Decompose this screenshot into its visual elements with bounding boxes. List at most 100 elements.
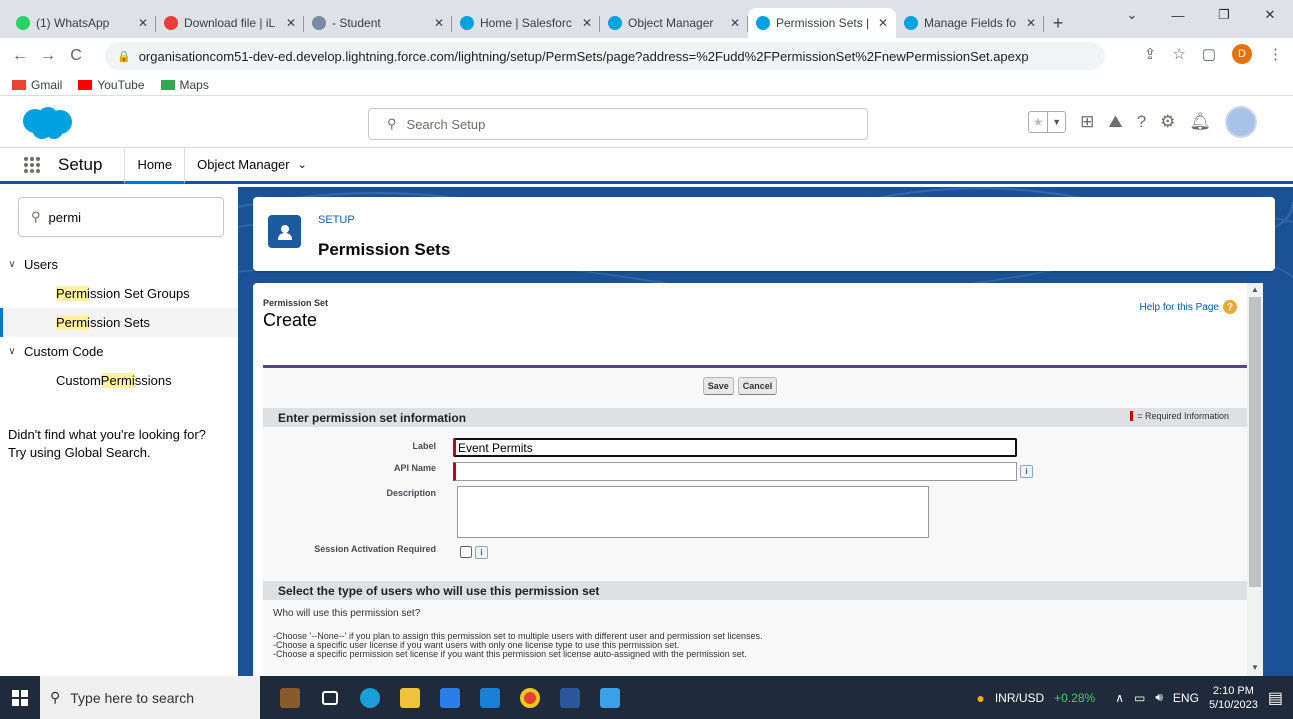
tree-item-permission-set-groups[interactable]: Permi ssion Set Groups	[0, 279, 238, 308]
scroll-thumb[interactable]	[1249, 297, 1261, 587]
profile-avatar[interactable]: D	[1232, 44, 1252, 64]
help-link-label: Help for this Page	[1139, 301, 1220, 313]
address-bar: ← → C 🔒 organisationcom51-dev-ed.develop…	[0, 38, 1293, 74]
quick-find-input[interactable]: ⚲ permi	[18, 197, 224, 237]
favorites-star-icon[interactable]: ★	[1029, 112, 1047, 132]
app-launcher-icon[interactable]	[24, 156, 42, 173]
bookmark-maps[interactable]: Maps	[160, 78, 209, 92]
tab-favicon-icon	[904, 16, 918, 30]
tab-close-icon[interactable]: ✕	[730, 16, 740, 30]
api-name-input[interactable]	[453, 462, 1017, 481]
restore-button[interactable]: ❐	[1201, 0, 1247, 30]
setup-sidebar: ⚲ permi ∨ Users Permi ssion Set Groups Pe…	[0, 184, 238, 676]
chevron-down-icon[interactable]: ∨	[4, 259, 20, 270]
tab-object-manager[interactable]: Object Manager ⌄	[185, 147, 319, 183]
url-field[interactable]: 🔒 organisationcom51-dev-ed.develop.light…	[105, 42, 1105, 70]
tab-search-icon[interactable]: ⌄	[1109, 0, 1155, 30]
browser-tab[interactable]: Manage Fields fo ✕	[896, 8, 1044, 38]
browser-tab[interactable]: Object Manager ✕	[600, 8, 748, 38]
reload-icon[interactable]: C	[62, 47, 90, 65]
mail-icon[interactable]	[474, 682, 506, 714]
tab-home[interactable]: Home	[124, 148, 186, 184]
stock-widget-icon[interactable]: ●	[976, 690, 984, 706]
tab-close-icon[interactable]: ✕	[286, 16, 296, 30]
tree-group-custom-code[interactable]: ∨ Custom Code	[0, 337, 238, 366]
task-view-icon[interactable]	[314, 682, 346, 714]
side-panel-icon[interactable]: ▢	[1202, 45, 1216, 63]
back-icon[interactable]: ←	[6, 47, 34, 65]
search-icon: ⚲	[387, 116, 397, 131]
tray-chevron-up-icon[interactable]: ∧	[1115, 691, 1124, 705]
tree-group-users[interactable]: ∨ Users	[0, 250, 238, 279]
notifications-bell-icon[interactable]: 🔔︎	[1189, 112, 1211, 132]
tree-item-permission-sets[interactable]: Permi ssion Sets	[0, 308, 238, 337]
scroll-up-icon[interactable]: ▲	[1247, 285, 1263, 294]
share-icon[interactable]: ⇪	[1144, 45, 1157, 63]
word-icon[interactable]	[554, 682, 586, 714]
close-window-button[interactable]: ✕	[1247, 0, 1293, 30]
menu-kebab-icon[interactable]: ⋮	[1268, 45, 1283, 63]
forward-icon[interactable]: →	[34, 47, 62, 65]
tab-close-icon[interactable]: ✕	[878, 16, 888, 30]
chrome-icon[interactable]	[514, 682, 546, 714]
tab-close-icon[interactable]: ✕	[434, 16, 444, 30]
windows-taskbar: ⚲ Type here to search ● INR/USD +0.28% ∧…	[0, 676, 1293, 719]
browser-tab[interactable]: - Student ✕	[304, 8, 452, 38]
user-avatar[interactable]	[1225, 106, 1257, 138]
info-icon[interactable]: i	[1020, 465, 1033, 478]
favorites-control[interactable]: ★ ▼	[1028, 111, 1067, 133]
widget-piano-icon[interactable]	[274, 682, 306, 714]
edge-icon[interactable]	[354, 682, 386, 714]
taskbar-search-input[interactable]: ⚲ Type here to search	[40, 676, 260, 719]
bookmark-gmail[interactable]: Gmail	[12, 78, 62, 92]
notifications-icon[interactable]: ▤	[1268, 688, 1283, 708]
language-indicator[interactable]: ENG	[1173, 691, 1199, 705]
taskbar-apps	[274, 682, 626, 714]
browser-tab[interactable]: Download file | iL ✕	[156, 8, 304, 38]
tab-close-icon[interactable]: ✕	[582, 16, 592, 30]
scroll-down-icon[interactable]: ▼	[1247, 663, 1263, 672]
setup-gear-icon[interactable]: ⚙	[1160, 112, 1175, 132]
tab-close-icon[interactable]: ✕	[138, 16, 148, 30]
volume-icon[interactable]: 🔊︎	[1155, 690, 1163, 705]
store-icon[interactable]	[434, 682, 466, 714]
cancel-button[interactable]: Cancel	[737, 377, 778, 395]
file-explorer-icon[interactable]	[394, 682, 426, 714]
save-button[interactable]: Save	[702, 377, 734, 395]
label-input[interactable]	[453, 438, 1017, 457]
clock-date: 5/10/2023	[1208, 698, 1258, 711]
global-actions-plus-icon[interactable]: ⊞	[1080, 112, 1094, 132]
content-scrollbar[interactable]: ▲ ▼	[1247, 283, 1263, 676]
salesforce-cloud-logo[interactable]	[18, 105, 74, 141]
start-button[interactable]	[0, 676, 40, 719]
setup-tree: ∨ Users Permi ssion Set Groups Permi ssion…	[0, 250, 238, 395]
bookmark-youtube[interactable]: YouTube	[78, 77, 145, 92]
chevron-down-icon[interactable]: ∨	[4, 346, 20, 357]
quick-find-value: permi	[48, 209, 82, 225]
bookmark-star-icon[interactable]: ☆	[1172, 45, 1185, 63]
help-question-icon[interactable]: ?	[1137, 112, 1146, 132]
description-textarea[interactable]	[457, 486, 929, 538]
page-title: Permission Sets	[318, 240, 451, 259]
help-for-this-page-link[interactable]: Help for this Page ?	[1139, 300, 1237, 314]
info-icon[interactable]: i	[475, 546, 488, 559]
network-icon[interactable]: ▭	[1134, 691, 1145, 705]
taskbar-clock[interactable]: 2:10 PM 5/10/2023	[1209, 684, 1258, 712]
trailhead-icon[interactable]: ⛰	[1108, 112, 1122, 132]
favorites-dropdown-icon[interactable]: ▼	[1047, 112, 1065, 132]
lock-icon: 🔒	[117, 50, 131, 63]
browser-tab[interactable]: (1) WhatsApp ✕	[8, 8, 156, 38]
bookmark-label: YouTube	[97, 77, 145, 92]
browser-tab[interactable]: Home | Salesforc ✕	[452, 8, 600, 38]
new-tab-button[interactable]: +	[1044, 8, 1072, 38]
minimize-button[interactable]: —	[1155, 0, 1201, 30]
browser-tab[interactable]: Permission Sets | ✕	[748, 8, 896, 38]
global-search-input[interactable]: ⚲ Search Setup	[368, 108, 868, 140]
tab-close-icon[interactable]: ✕	[1026, 16, 1036, 30]
tab-favicon-icon	[16, 16, 30, 30]
session-activation-checkbox[interactable]	[460, 546, 472, 558]
tab-title: Manage Fields fo	[924, 16, 1017, 30]
chevron-down-icon[interactable]: ⌄	[298, 158, 307, 171]
photos-icon[interactable]	[594, 682, 626, 714]
tree-item-custom-permissions[interactable]: Custom Permi ssions	[0, 366, 238, 395]
